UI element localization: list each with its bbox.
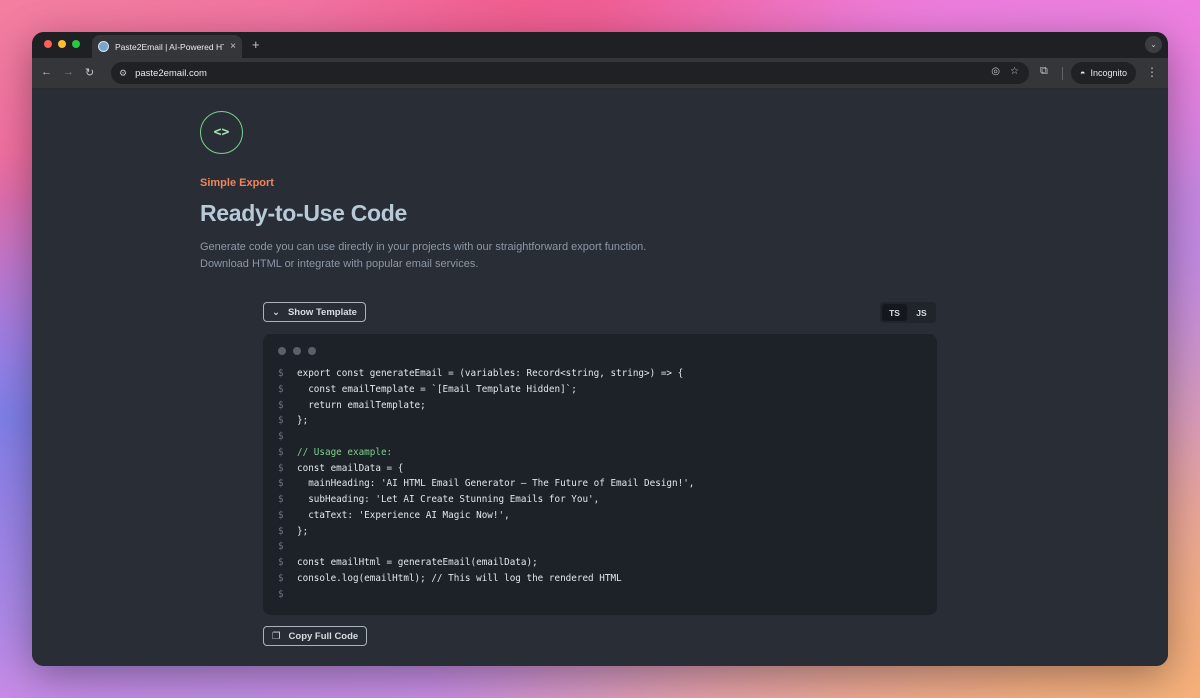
code-text: const emailHtml = generateEmail(emailDat…	[297, 557, 538, 568]
show-template-label: Show Template	[287, 306, 357, 318]
code-text: subHeading: 'Let AI Create Stunning Emai…	[297, 494, 600, 505]
code-line: $ console.log(emailHtml); // This will lo…	[278, 571, 694, 587]
code-text: // Usage example:	[297, 446, 393, 458]
back-arrow-icon[interactable]: ←	[41, 66, 52, 79]
forward-arrow-icon[interactable]: →	[63, 66, 74, 79]
code-text: export const generateEmail = (variables:…	[297, 368, 684, 379]
reload-icon[interactable]: ↻	[85, 66, 94, 79]
section-eyebrow: Simple Export	[200, 177, 274, 189]
code-line: $	[278, 539, 694, 555]
code-prompt: $	[278, 462, 284, 474]
code-prompt: $	[278, 478, 284, 490]
code-text: return emailTemplate;	[297, 399, 426, 411]
code-brackets-icon: <>	[200, 111, 243, 154]
code-text: mainHeading: 'AI HTML Email Generator – …	[297, 478, 695, 490]
code-prompt: $	[278, 431, 284, 442]
incognito-badge[interactable]: ◓ Incognito	[1071, 62, 1136, 84]
extensions-puzzle-icon[interactable]: ⧉	[1040, 65, 1048, 78]
site-settings-icon[interactable]: ⚙	[119, 68, 127, 79]
close-window-button[interactable]	[44, 40, 52, 48]
tab-title: Paste2Email | AI-Powered HT	[115, 41, 225, 52]
tab-bar: Paste2Email | AI-Powered HT × + ⌄	[32, 32, 1168, 58]
lang-option-ts[interactable]: TS	[882, 304, 907, 321]
window-dot	[293, 347, 301, 355]
address-bar[interactable]: ⚙ paste2email.com ◎ ☆	[111, 62, 1029, 84]
code-lines: $ export const generateEmail = (variables…	[278, 366, 694, 602]
code-prompt: $	[278, 446, 284, 458]
code-prompt: $	[278, 557, 284, 568]
code-prompt: $	[278, 368, 284, 379]
code-prompt: $	[278, 525, 284, 537]
code-prompt: $	[278, 383, 284, 395]
page-content: <> Simple Export Ready-to-Use Code Gener…	[32, 89, 1168, 666]
incognito-label: Incognito	[1090, 68, 1127, 78]
page-description: Generate code you can use directly in yo…	[200, 239, 720, 273]
code-line: $ const emailHtml = generateEmail(emailDa…	[278, 555, 694, 571]
new-tab-button[interactable]: +	[252, 37, 260, 52]
code-prompt: $	[278, 509, 284, 521]
code-line: $};	[278, 413, 694, 429]
code-text: console.log(emailHtml); // This will log…	[297, 572, 622, 584]
window-dot	[278, 347, 286, 355]
code-prompt: $	[278, 399, 284, 411]
show-template-button[interactable]: ⌄ Show Template	[263, 302, 366, 322]
code-prompt: $	[278, 572, 284, 584]
code-line: $};	[278, 524, 694, 540]
code-text: };	[297, 415, 309, 427]
maximize-window-button[interactable]	[72, 40, 80, 48]
language-toggle: TS JS	[880, 302, 936, 323]
code-line: $ const emailTemplate = `[Email Template…	[278, 382, 694, 398]
toolbar-divider	[1062, 67, 1063, 80]
copy-label: Copy Full Code	[288, 630, 359, 642]
copy-full-code-button[interactable]: ❐ Copy Full Code	[263, 626, 368, 646]
code-text: const emailTemplate = `[Email Template H…	[297, 383, 577, 395]
bookmark-star-icon[interactable]: ☆	[1010, 66, 1019, 77]
lang-option-js[interactable]: JS	[909, 304, 934, 321]
code-prompt: $	[278, 588, 284, 600]
browser-menu-icon[interactable]: ⋮	[1146, 65, 1158, 79]
code-line: $	[278, 429, 694, 445]
description-line: Generate code you can use directly in yo…	[200, 241, 647, 253]
page-title: Ready-to-Use Code	[200, 200, 408, 226]
minimize-window-button[interactable]	[58, 40, 66, 48]
code-line: $ ctaText: 'Experience AI Magic Now!',	[278, 508, 694, 524]
window-dot	[308, 347, 316, 355]
code-prompt: $	[278, 541, 284, 553]
code-prompt: $	[278, 494, 284, 505]
code-text: };	[297, 525, 309, 537]
incognito-icon: ◓	[1080, 68, 1086, 78]
browser-window: Paste2Email | AI-Powered HT × + ⌄ ← → ↻ …	[32, 32, 1168, 666]
code-window-dots	[278, 347, 316, 355]
eye-off-icon[interactable]: ◎	[991, 66, 1000, 77]
browser-toolbar: ← → ↻ ⚙ paste2email.com ◎ ☆ ⧉ ◓ Incognit…	[32, 58, 1168, 89]
window-controls	[44, 40, 80, 48]
code-line: $ return emailTemplate;	[278, 398, 694, 414]
navigation-buttons: ← → ↻	[41, 66, 94, 79]
code-line: $ // Usage example:	[278, 445, 694, 461]
code-prompt: $	[278, 415, 284, 427]
code-text: ctaText: 'Experience AI Magic Now!',	[297, 509, 510, 521]
code-line: $	[278, 587, 694, 603]
code-line: $ mainHeading: 'AI HTML Email Generator …	[278, 476, 694, 492]
close-tab-icon[interactable]: ×	[230, 41, 236, 52]
url-text[interactable]: paste2email.com	[135, 68, 207, 79]
clipboard-icon: ❐	[272, 630, 281, 642]
code-line: $ const emailData = {	[278, 461, 694, 477]
address-bar-actions: ◎ ☆	[991, 66, 1019, 77]
favicon-icon	[98, 41, 109, 52]
description-line: Download HTML or integrate with popular …	[200, 258, 479, 270]
code-line: $ export const generateEmail = (variables…	[278, 366, 694, 382]
tab-search-chevron-icon[interactable]: ⌄	[1145, 36, 1162, 53]
code-block: $ export const generateEmail = (variables…	[263, 334, 937, 615]
chevron-down-icon: ⌄	[272, 306, 280, 318]
code-text: const emailData = {	[297, 462, 404, 474]
code-line: $ subHeading: 'Let AI Create Stunning Em…	[278, 492, 694, 508]
browser-tab[interactable]: Paste2Email | AI-Powered HT ×	[92, 35, 242, 58]
